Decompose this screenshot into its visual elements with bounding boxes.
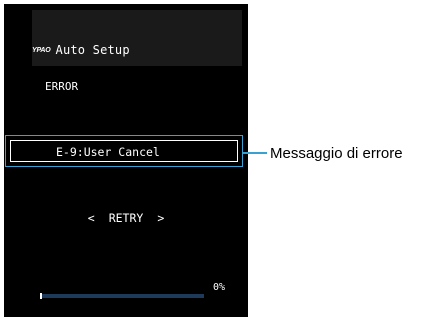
screen-title: Auto Setup — [55, 43, 130, 57]
right-arrow-icon[interactable]: > — [157, 211, 164, 225]
progress-fill — [40, 293, 42, 299]
figure: YPAO Auto Setup ERROR E-9:User Cancel < … — [0, 0, 440, 321]
title-row: YPAO Auto Setup — [32, 43, 130, 57]
callout-label: Messaggio di errore — [270, 145, 403, 162]
left-arrow-icon[interactable]: < — [88, 211, 95, 225]
header-band — [32, 10, 242, 66]
progress-bar — [40, 293, 204, 299]
callout-leader-line — [243, 152, 267, 154]
error-status: ERROR — [45, 80, 79, 93]
option-selector[interactable]: < RETRY > — [0, 211, 252, 225]
error-message: E-9:User Cancel — [56, 145, 160, 159]
progress-percent: 0% — [213, 282, 226, 293]
retry-option[interactable]: RETRY — [109, 211, 144, 225]
ypao-logo: YPAO — [32, 46, 51, 54]
